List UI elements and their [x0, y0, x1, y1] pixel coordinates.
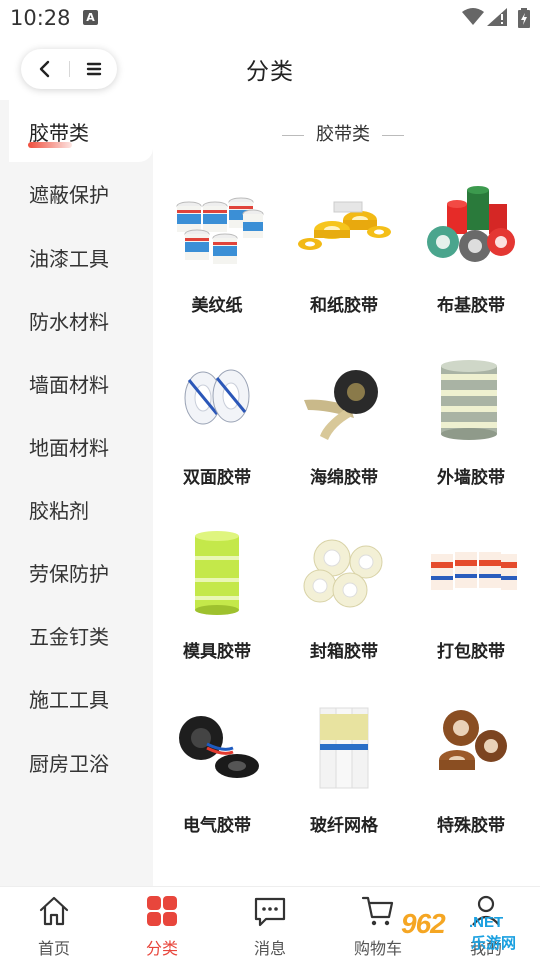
notification-icon: A: [83, 10, 98, 25]
sidebar-item-label: 施工工具: [29, 687, 109, 712]
sidebar-item-label: 墙面材料: [29, 372, 109, 397]
message-icon: [254, 897, 286, 927]
sidebar-item-wall-materials[interactable]: 墙面材料: [0, 352, 153, 414]
sidebar-item-tapes[interactable]: 胶带类: [9, 100, 153, 162]
sidebar-item-label: 遮蔽保护: [29, 182, 109, 207]
product-name: 海绵胶带: [310, 468, 378, 488]
exterior-wall-tape-stack-icon: [441, 360, 497, 440]
washi-tape-rolls-icon: [298, 201, 391, 250]
printed-packing-tape-rolls-icon: [431, 552, 517, 590]
product-name: 布基胶带: [437, 296, 505, 316]
tab-label: 消息: [253, 939, 286, 958]
fiberglass-mesh-rolls-icon: [319, 707, 369, 789]
product-name: 模具胶带: [183, 642, 251, 662]
electrical-tape-rolls-icon: [179, 716, 259, 778]
battery-icon: [518, 8, 530, 28]
watermark-site: 乐游网: [471, 934, 517, 952]
status-time: 10:28: [10, 6, 71, 30]
mold-tape-roll-icon: [195, 531, 239, 615]
site-watermark: 962 .NET 乐游网: [397, 908, 537, 956]
signal-icon: [487, 8, 507, 26]
product-name: 电气胶带: [183, 816, 251, 836]
cloth-tape-rolls-icon: [427, 186, 515, 262]
category-content: 胶带类 美纹纸 和纸胶带 布基胶带 双面胶带 海绵胶带 外墙胶带 模具胶带 封箱…: [153, 100, 540, 890]
sidebar-item-label: 五金钉类: [29, 624, 109, 649]
tab-label: 分类: [145, 939, 178, 958]
tab-label: 首页: [37, 939, 70, 958]
product-name: 打包胶带: [437, 642, 505, 662]
sidebar-item-label: 防水材料: [29, 309, 109, 334]
product-name: 美纹纸: [191, 296, 243, 316]
section-title: 胶带类: [153, 120, 533, 146]
sidebar-item-label: 厨房卫浴: [29, 751, 109, 776]
watermark-number: 962: [401, 908, 446, 939]
category-icon: [147, 896, 177, 926]
status-bar: 10:28 A: [0, 0, 540, 36]
title-line-right: [382, 134, 404, 136]
sidebar-item-floor-materials[interactable]: 地面材料: [0, 415, 153, 477]
wifi-icon: [462, 8, 484, 25]
sidebar-item-label: 胶粘剂: [29, 498, 89, 523]
product-name: 和纸胶带: [310, 296, 378, 316]
sidebar-item-construction-tools[interactable]: 施工工具: [0, 667, 153, 729]
sidebar-item-hardware[interactable]: 五金钉类: [0, 604, 153, 666]
section-title-text: 胶带类: [316, 124, 370, 145]
sidebar-item-label: 地面材料: [29, 435, 109, 460]
tab-messages[interactable]: 消息: [216, 887, 324, 960]
active-indicator: [28, 141, 72, 148]
sidebar-item-label: 劳保防护: [29, 561, 109, 586]
sidebar-item-masking-protection[interactable]: 遮蔽保护: [0, 162, 153, 224]
foam-tape-roll-icon: [304, 370, 378, 440]
special-brown-tape-rolls-icon: [439, 710, 507, 770]
double-sided-tape-rolls-icon: [184, 369, 250, 425]
product-name: 外墙胶带: [437, 468, 505, 488]
sidebar-item-adhesives[interactable]: 胶粘剂: [0, 478, 153, 540]
sidebar-item-waterproof[interactable]: 防水材料: [0, 289, 153, 351]
product-name: 玻纤网格: [310, 816, 378, 836]
home-icon: [39, 896, 69, 926]
sidebar-item-label: 胶带类: [29, 120, 89, 145]
product-name: 双面胶带: [183, 468, 251, 488]
product-name: 封箱胶带: [310, 642, 378, 662]
sidebar-item-kitchen-bath[interactable]: 厨房卫浴: [0, 731, 153, 793]
sidebar-item-paint-tools[interactable]: 油漆工具: [0, 226, 153, 288]
tab-home[interactable]: 首页: [0, 887, 108, 960]
masking-paper-rolls-icon: [176, 197, 264, 264]
sidebar-item-labor-protection[interactable]: 劳保防护: [0, 541, 153, 603]
cart-icon: [361, 896, 394, 926]
category-sidebar: 胶带类 遮蔽保护 油漆工具 防水材料 墙面材料 地面材料 胶粘剂 劳保防护 五金…: [0, 100, 153, 890]
product-name: 特殊胶带: [437, 816, 505, 836]
watermark-suffix: .NET: [469, 914, 504, 931]
tab-category[interactable]: 分类: [108, 887, 216, 960]
sidebar-item-label: 油漆工具: [29, 246, 109, 271]
page-title: 分类: [246, 59, 294, 85]
packing-tape-rolls-icon: [303, 539, 383, 608]
title-line-left: [282, 134, 304, 136]
